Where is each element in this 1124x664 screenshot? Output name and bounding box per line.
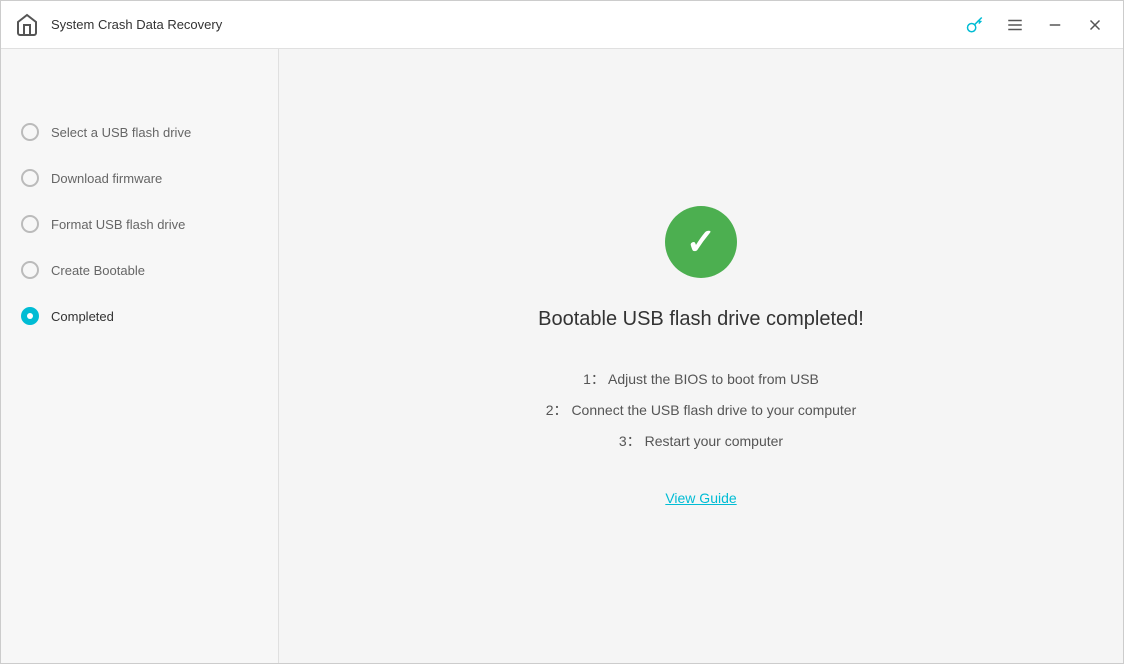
step-2-number: 2： <box>546 402 568 418</box>
check-icon: ✓ <box>686 224 716 260</box>
step-2-text: Connect the USB flash drive to your comp… <box>571 402 856 418</box>
content-panel: ✓ Bootable USB flash drive completed! 1：… <box>279 49 1123 663</box>
sidebar-label-create-bootable: Create Bootable <box>51 263 145 278</box>
step-indicator-create-bootable <box>21 261 39 279</box>
step-3-number: 3： <box>619 433 641 449</box>
step-2: 2： Connect the USB flash drive to your c… <box>546 398 857 423</box>
main-content: Select a USB flash drive Download firmwa… <box>1 49 1123 663</box>
step-indicator-format-usb <box>21 215 39 233</box>
sidebar-label-format-usb: Format USB flash drive <box>51 217 185 232</box>
step-1-number: 1： <box>583 371 605 387</box>
key-button[interactable] <box>959 9 991 41</box>
completion-title: Bootable USB flash drive completed! <box>538 308 864 331</box>
sidebar-item-format-usb[interactable]: Format USB flash drive <box>1 201 278 247</box>
sidebar: Select a USB flash drive Download firmwa… <box>1 49 279 663</box>
step-indicator-select-usb <box>21 123 39 141</box>
sidebar-item-create-bootable[interactable]: Create Bootable <box>1 247 278 293</box>
menu-button[interactable] <box>999 9 1031 41</box>
step-indicator-completed <box>21 307 39 325</box>
view-guide-button[interactable]: View Guide <box>665 490 736 506</box>
app-window: System Crash Data Recovery <box>0 0 1124 664</box>
sidebar-label-download-firmware: Download firmware <box>51 171 162 186</box>
close-button[interactable] <box>1079 9 1111 41</box>
step-3-text: Restart your computer <box>645 433 784 449</box>
step-1: 1： Adjust the BIOS to boot from USB <box>546 367 857 392</box>
step-1-text: Adjust the BIOS to boot from USB <box>608 371 819 387</box>
sidebar-label-completed: Completed <box>51 309 114 324</box>
success-icon-container: ✓ <box>665 206 737 278</box>
app-title: System Crash Data Recovery <box>51 17 959 32</box>
minimize-button[interactable] <box>1039 9 1071 41</box>
home-icon[interactable] <box>13 11 41 39</box>
window-controls <box>959 9 1111 41</box>
sidebar-item-completed[interactable]: Completed <box>1 293 278 339</box>
steps-list: 1： Adjust the BIOS to boot from USB 2： C… <box>546 361 857 461</box>
sidebar-item-select-usb[interactable]: Select a USB flash drive <box>1 109 278 155</box>
step-indicator-download-firmware <box>21 169 39 187</box>
step-3: 3： Restart your computer <box>546 429 857 454</box>
title-bar: System Crash Data Recovery <box>1 1 1123 49</box>
sidebar-label-select-usb: Select a USB flash drive <box>51 125 191 140</box>
sidebar-item-download-firmware[interactable]: Download firmware <box>1 155 278 201</box>
